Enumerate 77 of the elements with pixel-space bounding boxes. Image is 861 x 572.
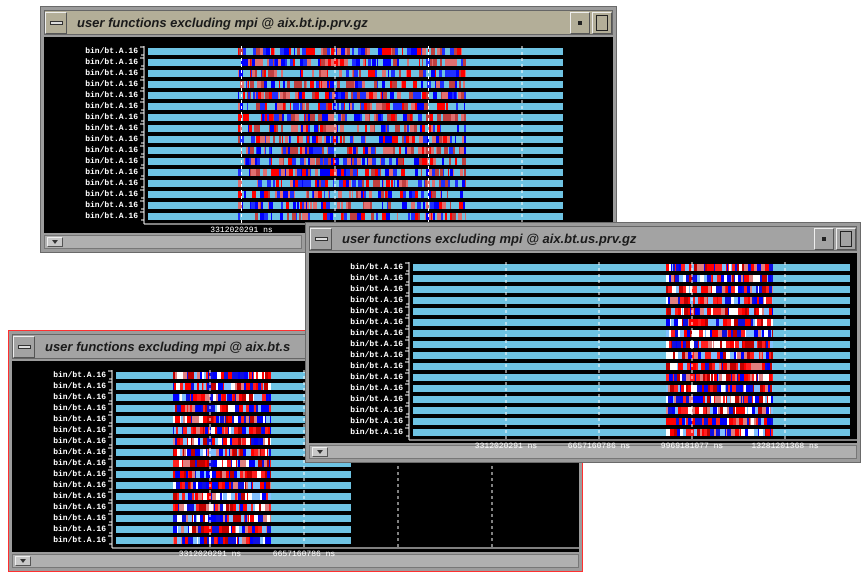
- window-menu-button[interactable]: [310, 228, 332, 250]
- row-label: bin/bt.A.16: [85, 145, 138, 156]
- scroll-bar[interactable]: [44, 235, 302, 249]
- row-label: bin/bt.A.16: [350, 394, 403, 405]
- row-label: bin/bt.A.16: [350, 350, 403, 361]
- row-label: bin/bt.A.16: [350, 284, 403, 295]
- time-label: 3312020291 ns: [210, 226, 273, 236]
- row-label: bin/bt.A.16: [85, 90, 138, 101]
- maximize-button[interactable]: [836, 228, 856, 250]
- row-label: bin/bt.A.16: [85, 79, 138, 90]
- row-label: bin/bt.A.16: [350, 262, 403, 273]
- window-title: user functions excluding mpi @ aix.bt.ip.prv.gz: [77, 14, 368, 32]
- row-label: bin/bt.A.16: [85, 156, 138, 167]
- row-label: bin/bt.A.16: [350, 273, 403, 284]
- row-label: bin/bt.A.16: [350, 317, 403, 328]
- row-label: bin/bt.A.16: [85, 101, 138, 112]
- row-label: bin/bt.A.16: [53, 381, 106, 392]
- window-menu-button[interactable]: [45, 12, 67, 34]
- row-label: bin/bt.A.16: [350, 306, 403, 317]
- row-label: bin/bt.A.16: [85, 57, 138, 68]
- time-label: 13281201368 ns: [751, 442, 819, 452]
- maximize-button[interactable]: [592, 12, 612, 34]
- square-icon: [840, 230, 852, 246]
- time-label: 9969181077 ns: [660, 442, 724, 452]
- row-label: bin/bt.A.16: [350, 372, 403, 383]
- row-label: bin/bt.A.16: [350, 416, 403, 427]
- row-label: bin/bt.A.16: [53, 491, 106, 502]
- time-label: 3312020291 ns: [474, 442, 538, 452]
- row-label: bin/bt.A.16: [350, 361, 403, 372]
- row-label: bin/bt.A.16: [53, 469, 106, 480]
- row-label: bin/bt.A.16: [85, 112, 138, 123]
- row-label: bin/bt.A.16: [53, 524, 106, 535]
- row-label: bin/bt.A.16: [53, 458, 106, 469]
- scroll-button[interactable]: [47, 237, 63, 247]
- row-label: bin/bt.A.16: [53, 447, 106, 458]
- row-label: bin/bt.A.16: [350, 427, 403, 438]
- row-label: bin/bt.A.16: [350, 383, 403, 394]
- row-label: bin/bt.A.16: [350, 328, 403, 339]
- window-title: user functions excluding mpi @ aix.bt.s: [45, 338, 290, 356]
- minimize-button[interactable]: [814, 228, 834, 250]
- row-label: bin/bt.A.16: [350, 295, 403, 306]
- square-icon: [596, 14, 608, 30]
- time-label: 3312020291 ns: [178, 550, 242, 560]
- row-label: bin/bt.A.16: [53, 502, 106, 513]
- row-label: bin/bt.A.16: [53, 480, 106, 491]
- dash-icon: [314, 236, 328, 240]
- window-menu-button[interactable]: [13, 336, 35, 358]
- caret-icon: [20, 559, 26, 563]
- row-label: bin/bt.A.16: [85, 46, 138, 57]
- row-label: bin/bt.A.16: [85, 178, 138, 189]
- row-label: bin/bt.A.16: [53, 425, 106, 436]
- caret-icon: [52, 240, 58, 244]
- row-label: bin/bt.A.16: [53, 535, 106, 546]
- time-label: 6657160786 ns: [272, 550, 336, 560]
- row-label: bin/bt.A.16: [85, 189, 138, 200]
- dash-icon: [18, 344, 30, 348]
- row-label: bin/bt.A.16: [53, 414, 106, 425]
- row-label: bin/bt.A.16: [53, 370, 106, 381]
- row-label: bin/bt.A.16: [85, 200, 138, 211]
- row-label: bin/bt.A.16: [53, 436, 106, 447]
- minimize-button[interactable]: [570, 12, 590, 34]
- row-label: bin/bt.A.16: [85, 123, 138, 134]
- dash-icon: [50, 20, 62, 24]
- scroll-button[interactable]: [312, 447, 328, 457]
- row-label: bin/bt.A.16: [350, 405, 403, 416]
- row-label: bin/bt.A.16: [350, 339, 403, 350]
- time-label: 6657160786 ns: [568, 442, 630, 452]
- row-label: bin/bt.A.16: [53, 513, 106, 524]
- caret-icon: [317, 450, 323, 454]
- window-title: user functions excluding mpi @ aix.bt.us.prv.gz: [342, 230, 636, 248]
- row-label: bin/bt.A.16: [53, 403, 106, 414]
- row-label: bin/bt.A.16: [85, 134, 138, 145]
- row-label: bin/bt.A.16: [53, 392, 106, 403]
- row-label: bin/bt.A.16: [85, 68, 138, 79]
- scroll-button[interactable]: [15, 556, 31, 566]
- row-label: bin/bt.A.16: [85, 167, 138, 178]
- row-label: bin/bt.A.16: [85, 211, 138, 222]
